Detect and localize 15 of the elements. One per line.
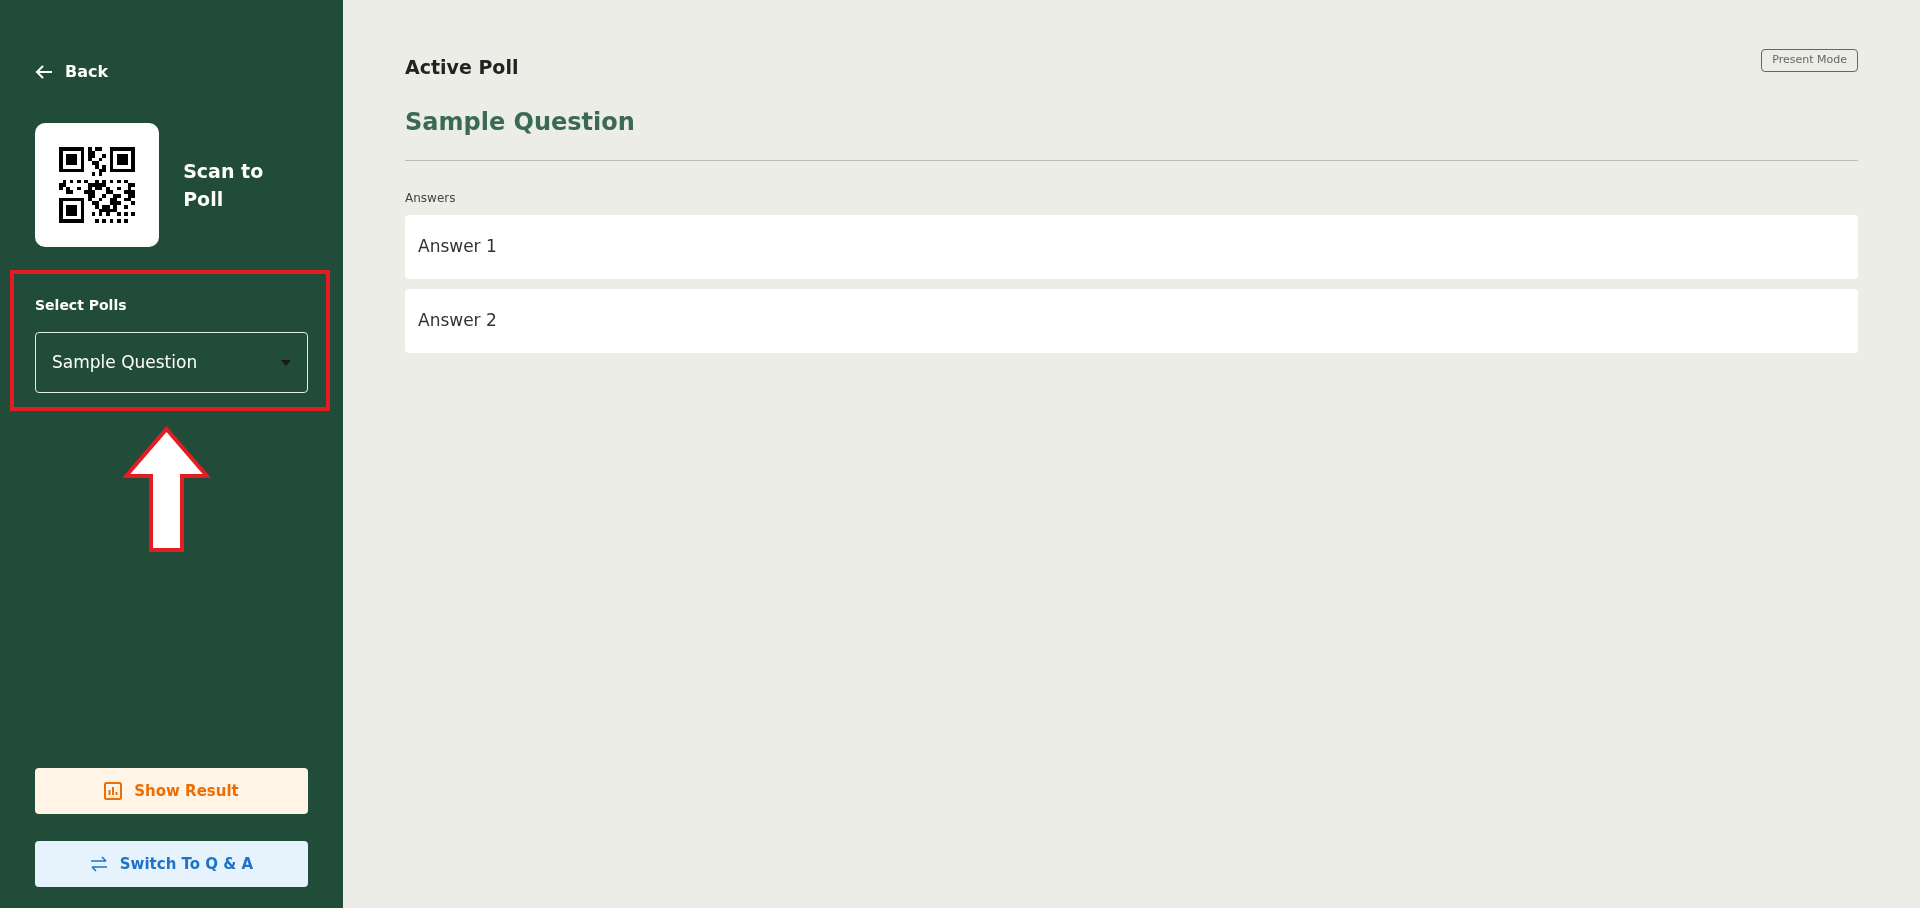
bar-chart-icon [104, 782, 123, 800]
back-arrow-icon [35, 64, 53, 80]
caret-icon [281, 359, 291, 366]
poll-dropdown[interactable]: Sample Question [35, 332, 308, 393]
present-mode-button[interactable]: Present Mode [1761, 49, 1858, 72]
swap-arrows-icon [89, 856, 108, 872]
question-title: Sample Question [405, 106, 636, 138]
answer-option[interactable]: Answer 1 [405, 214, 1858, 279]
page-title: Active Poll [405, 55, 519, 80]
answer-option[interactable]: Answer 2 [405, 288, 1858, 353]
field-label: Select Polls [35, 296, 128, 315]
back-link[interactable]: Back [35, 60, 109, 84]
section-label: Answers [405, 189, 457, 207]
switch-button[interactable]: Switch To Q & A [35, 841, 308, 887]
qr-caption: Scan to Poll [183, 158, 265, 212]
